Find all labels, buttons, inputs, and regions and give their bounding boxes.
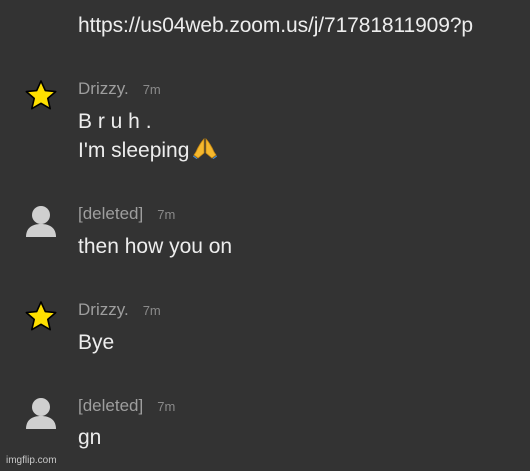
default-user-icon[interactable] xyxy=(24,203,58,237)
message-header: Drizzy. 7m xyxy=(78,79,161,99)
message-body: B r u h . I'm sleeping xyxy=(78,107,218,167)
message-author[interactable]: [deleted] xyxy=(78,396,143,415)
folded-hands-icon xyxy=(193,137,218,167)
message-line: B r u h . xyxy=(78,110,152,133)
message-timestamp: 7m xyxy=(157,399,176,414)
message-line: then how you on xyxy=(78,235,233,258)
message-line: I'm sleeping xyxy=(78,139,190,162)
message-header: [deleted] 7m xyxy=(78,396,175,416)
message-timestamp: 7m xyxy=(142,82,161,97)
star-icon[interactable] xyxy=(24,299,58,333)
message-author[interactable]: Drizzy. xyxy=(78,300,129,319)
message-header: [deleted] 7m xyxy=(78,204,175,224)
message-line-with-emoji: I'm sleeping xyxy=(78,136,218,167)
message-author[interactable]: [deleted] xyxy=(78,204,143,223)
default-user-icon[interactable] xyxy=(24,395,58,429)
message-line: Bye xyxy=(78,331,115,354)
star-icon[interactable] xyxy=(24,78,58,112)
message-line: gn xyxy=(78,426,102,449)
watermark: imgflip.com xyxy=(6,455,57,466)
message-author[interactable]: Drizzy. xyxy=(78,79,129,98)
message-link[interactable]: https://us04web.zoom.us/j/71781811909?p xyxy=(78,14,473,38)
message-timestamp: 7m xyxy=(157,207,176,222)
message-body: then how you on xyxy=(78,232,232,261)
message-body: gn xyxy=(78,423,101,452)
message-body: Bye xyxy=(78,328,114,357)
message-timestamp: 7m xyxy=(142,303,161,318)
message-header: Drizzy. 7m xyxy=(78,300,161,320)
